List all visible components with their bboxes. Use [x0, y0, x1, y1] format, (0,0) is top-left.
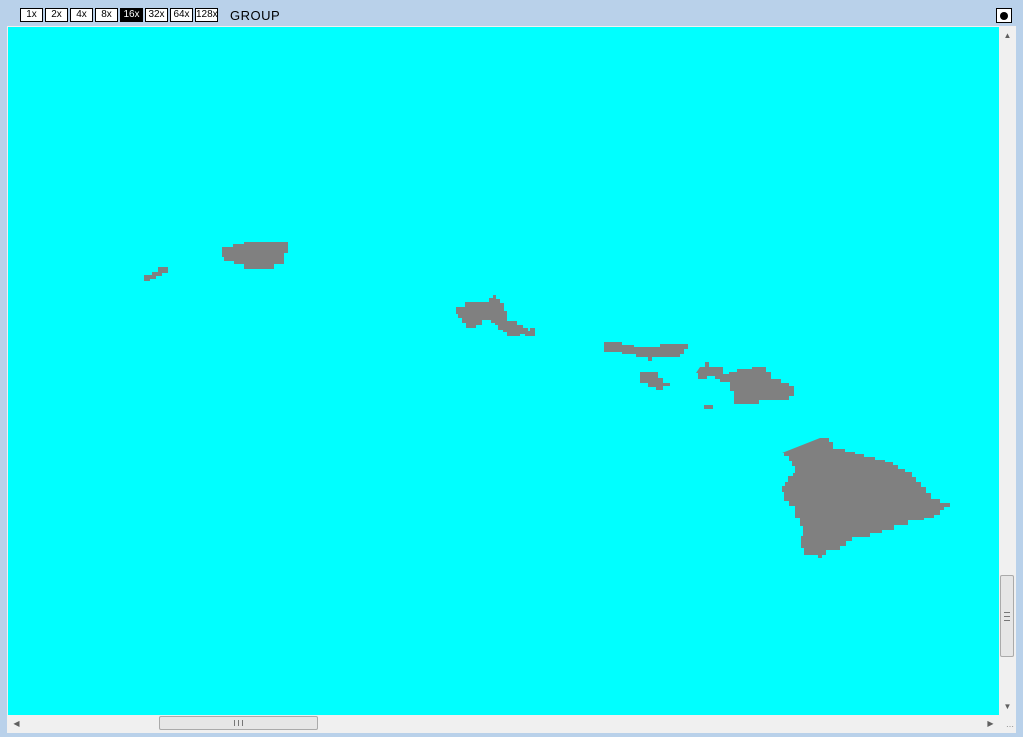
map-svg — [144, 242, 950, 558]
island-kahoolawe — [704, 405, 713, 409]
island-molokai — [604, 342, 688, 361]
zoom-button-8x[interactable]: 8x — [95, 8, 118, 22]
vertical-scrollbar[interactable]: ▲ ▼ — [999, 27, 1016, 715]
grip-icon — [234, 720, 243, 726]
island-kauai — [222, 242, 288, 269]
island-maui — [696, 362, 794, 404]
map-window: 1x 2x 4x 8x 16x 32x 64x 128x GROUP ▲ ▼ ◀… — [0, 0, 1023, 737]
zoom-button-1x[interactable]: 1x — [20, 8, 43, 22]
window-title: GROUP — [230, 8, 281, 23]
arrow-down-icon[interactable]: ▼ — [999, 698, 1016, 715]
resize-grip-icon: ⋯ — [1006, 722, 1014, 731]
vertical-scroll-thumb[interactable] — [1000, 575, 1014, 657]
island-oahu — [456, 295, 535, 336]
island-niihau — [144, 267, 168, 281]
grip-icon — [1004, 612, 1010, 621]
arrow-up-icon[interactable]: ▲ — [999, 27, 1016, 44]
arrow-left-icon[interactable]: ◀ — [8, 715, 25, 732]
horizontal-scroll-thumb[interactable] — [159, 716, 318, 730]
title-bar: 1x 2x 4x 8x 16x 32x 64x 128x GROUP — [0, 0, 1023, 27]
zoom-button-128x[interactable]: 128x — [195, 8, 218, 22]
horizontal-scrollbar[interactable]: ◀ ▶ — [8, 715, 999, 732]
zoom-button-4x[interactable]: 4x — [70, 8, 93, 22]
zoom-button-2x[interactable]: 2x — [45, 8, 68, 22]
close-icon — [1000, 12, 1008, 20]
island-lanai — [640, 372, 670, 390]
zoom-button-64x[interactable]: 64x — [170, 8, 193, 22]
island-hawaii — [782, 438, 950, 558]
arrow-right-icon[interactable]: ▶ — [982, 715, 999, 732]
map-canvas[interactable] — [8, 27, 999, 715]
zoom-button-16x[interactable]: 16x — [120, 8, 143, 22]
resize-grip[interactable]: ⋯ — [999, 715, 1016, 732]
zoom-button-32x[interactable]: 32x — [145, 8, 168, 22]
close-button[interactable] — [996, 8, 1012, 23]
